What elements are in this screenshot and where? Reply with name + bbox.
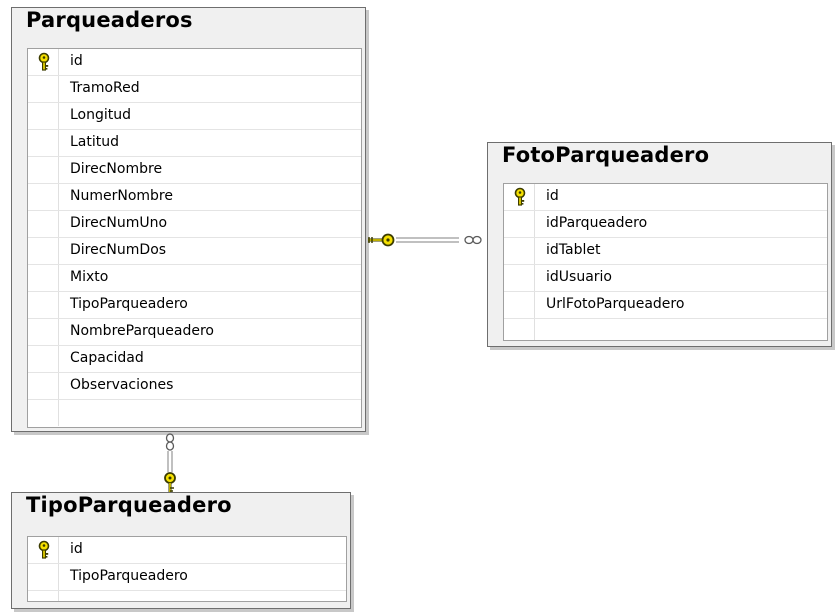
column-name: TipoParqueadero — [70, 296, 188, 312]
row-selector[interactable] — [28, 292, 59, 318]
column-name: Capacidad — [70, 350, 144, 366]
row-selector[interactable] — [28, 103, 59, 129]
column-row[interactable]: DirecNumDos — [28, 238, 361, 265]
table-tipo-parqueadero[interactable]: TipoParqueadero id TipoParqueadero — [11, 492, 351, 609]
row-selector[interactable] — [28, 211, 59, 237]
column-row[interactable]: DirecNombre — [28, 157, 361, 184]
row-selector[interactable] — [28, 184, 59, 210]
column-name: DirecNumUno — [70, 215, 168, 231]
column-name: DirecNombre — [70, 161, 163, 177]
row-selector[interactable] — [28, 319, 59, 345]
column-row[interactable]: TipoParqueadero — [28, 564, 346, 591]
column-row[interactable]: idTablet — [504, 238, 827, 265]
column-name: id — [70, 541, 83, 557]
column-name: Mixto — [70, 269, 109, 285]
column-row[interactable]: id — [504, 184, 827, 211]
row-selector[interactable] — [504, 265, 535, 291]
row-selector[interactable] — [28, 265, 59, 291]
column-name: Observaciones — [70, 377, 174, 393]
row-selector[interactable] — [28, 76, 59, 102]
row-selector[interactable] — [504, 238, 535, 264]
column-row[interactable]: TramoRed — [28, 76, 361, 103]
primary-key-icon — [38, 540, 50, 559]
column-grid: id TipoParqueadero — [27, 536, 347, 602]
one-end-key-icon — [368, 233, 395, 247]
relationship-parqueaderos-tipoparqueadero[interactable] — [158, 432, 182, 494]
row-selector[interactable] — [28, 130, 59, 156]
table-parqueaderos[interactable]: Parqueaderos id TramoRed Longitud Latitu… — [11, 7, 366, 432]
many-end-infinity-icon — [165, 433, 175, 451]
primary-key-icon — [514, 187, 526, 206]
column-name: idUsuario — [546, 269, 612, 285]
column-row[interactable]: Mixto — [28, 265, 361, 292]
empty-row[interactable] — [28, 400, 361, 427]
one-end-key-icon — [164, 472, 176, 492]
column-row[interactable]: NumerNombre — [28, 184, 361, 211]
column-name: TipoParqueadero — [70, 568, 188, 584]
row-selector[interactable] — [28, 537, 59, 563]
column-name: TramoRed — [70, 80, 140, 96]
row-selector[interactable] — [28, 238, 59, 264]
column-row[interactable]: NombreParqueadero — [28, 319, 361, 346]
column-name: Longitud — [70, 107, 132, 123]
column-name: UrlFotoParqueadero — [546, 296, 685, 312]
column-row[interactable]: Capacidad — [28, 346, 361, 373]
column-name: idTablet — [546, 242, 601, 258]
table-foto-parqueadero[interactable]: FotoParqueadero id idParqueadero idTable… — [487, 142, 832, 347]
column-name: idParqueadero — [546, 215, 648, 231]
row-selector[interactable] — [28, 157, 59, 183]
column-grid: id idParqueadero idTablet idUsuario UrlF… — [503, 183, 828, 341]
row-selector[interactable] — [28, 346, 59, 372]
column-name: id — [546, 188, 559, 204]
column-row[interactable]: DirecNumUno — [28, 211, 361, 238]
many-end-infinity-icon — [464, 235, 482, 245]
row-selector[interactable] — [28, 400, 59, 426]
row-selector[interactable] — [28, 591, 59, 601]
row-selector[interactable] — [504, 292, 535, 318]
column-row[interactable]: id — [28, 537, 346, 564]
column-name: DirecNumDos — [70, 242, 167, 258]
empty-row[interactable] — [504, 319, 827, 340]
empty-row[interactable] — [28, 591, 346, 601]
column-row[interactable]: Observaciones — [28, 373, 361, 400]
row-selector[interactable] — [504, 211, 535, 237]
column-row[interactable]: Latitud — [28, 130, 361, 157]
row-selector[interactable] — [28, 564, 59, 590]
column-name: NombreParqueadero — [70, 323, 214, 339]
relationship-parqueaderos-fotoparqueadero[interactable] — [366, 230, 488, 250]
table-title: TipoParqueadero — [26, 493, 232, 517]
row-selector[interactable] — [28, 373, 59, 399]
row-selector[interactable] — [28, 49, 59, 75]
column-name: id — [70, 53, 83, 69]
row-selector[interactable] — [504, 184, 535, 210]
table-title: FotoParqueadero — [502, 143, 710, 167]
table-title: Parqueaderos — [26, 8, 193, 32]
column-row[interactable]: UrlFotoParqueadero — [504, 292, 827, 319]
column-name: NumerNombre — [70, 188, 173, 204]
column-row[interactable]: Longitud — [28, 103, 361, 130]
column-row[interactable]: idUsuario — [504, 265, 827, 292]
column-row[interactable]: idParqueadero — [504, 211, 827, 238]
column-row[interactable]: TipoParqueadero — [28, 292, 361, 319]
column-name: Latitud — [70, 134, 120, 150]
primary-key-icon — [38, 52, 50, 71]
column-grid: id TramoRed Longitud Latitud DirecNombre… — [27, 48, 362, 428]
column-row[interactable]: id — [28, 49, 361, 76]
row-selector[interactable] — [504, 319, 535, 340]
